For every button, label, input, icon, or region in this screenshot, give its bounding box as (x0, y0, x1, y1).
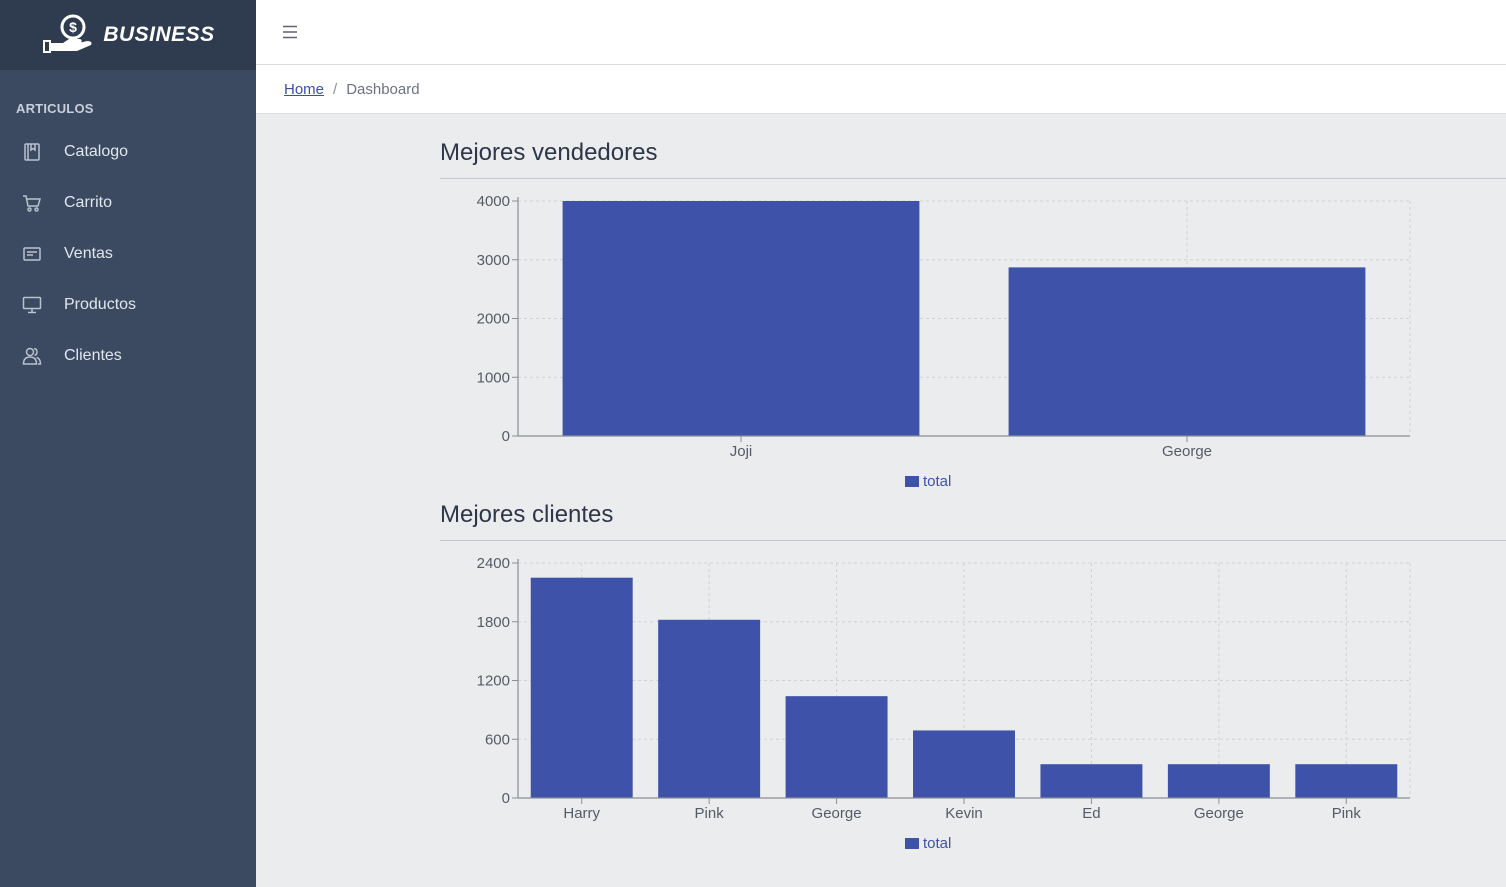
sidebar-item-ventas[interactable]: Ventas (0, 228, 256, 279)
chart-title: Mejores clientes (440, 501, 614, 528)
bar-joji (562, 201, 920, 436)
y-tick-label: 3000 (477, 252, 510, 269)
breadcrumb-current: Dashboard (346, 80, 420, 98)
section-title-articulos: ARTICULOS (16, 101, 94, 116)
sidebar-item-carrito[interactable]: Carrito (0, 177, 256, 228)
bar-george (785, 696, 888, 798)
x-tick-label: Ed (1082, 805, 1100, 822)
x-tick-label: Pink (695, 805, 725, 822)
chart-section-vendedores: Mejores vendedores 0 1000 2000 3000 4000 Joji… (440, 138, 1506, 497)
sidebar-item-label: Clientes (64, 346, 122, 364)
y-tick-label: 2000 (477, 311, 510, 328)
bar-george (1167, 764, 1270, 798)
sidebar: $ BUSINESS ARTICULOS Catalogo Carrito Ve… (0, 0, 256, 887)
brand[interactable]: $ BUSINESS (0, 0, 256, 70)
y-tick-label: 1800 (477, 614, 510, 631)
x-tick-label: George (812, 805, 862, 822)
money-hand-icon: $ (41, 13, 97, 58)
bar-harry (530, 577, 633, 798)
cart-icon (22, 193, 42, 213)
legend-label: total (923, 835, 951, 852)
sidebar-item-label: Catalogo (64, 142, 129, 160)
x-tick-label: Joji (730, 443, 753, 460)
legend-swatch (905, 838, 919, 849)
y-tick-label: 1200 (477, 673, 510, 690)
x-tick-label: Kevin (945, 805, 983, 822)
chart-title: Mejores vendedores (440, 139, 658, 166)
breadcrumb-separator: / (333, 80, 338, 98)
bar-chart-clientes: 0 600 1200 1800 2400 Harry Pink George Kevin Ed Ge… (477, 555, 1411, 852)
hamburger-icon[interactable] (282, 22, 298, 42)
sidebar-item-label: Productos (64, 295, 137, 313)
sidebar-item-label: Carrito (64, 193, 113, 211)
bar-pink (658, 619, 761, 798)
monitor-icon (22, 295, 42, 315)
topbar (256, 0, 1506, 65)
x-tick-label: Harry (563, 805, 600, 822)
sidebar-item-productos[interactable]: Productos (0, 279, 256, 330)
svg-text:$: $ (69, 19, 77, 35)
sidebar-item-catalogo[interactable]: Catalogo (0, 126, 256, 177)
x-tick-label: Pink (1332, 805, 1362, 822)
receipt-icon (22, 244, 42, 264)
y-tick-label: 600 (485, 731, 510, 748)
y-tick-label: 0 (502, 428, 510, 445)
sidebar-item-label: Ventas (64, 244, 113, 262)
book-icon (22, 142, 42, 162)
legend-swatch (905, 476, 919, 487)
breadcrumb-home-link[interactable]: Home (284, 81, 324, 98)
bar-ed (1040, 764, 1143, 798)
y-tick-label: 2400 (477, 555, 510, 572)
breadcrumb: Home / Dashboard (256, 65, 1506, 114)
bar-chart-vendedores: 0 1000 2000 3000 4000 Joji George total (477, 193, 1411, 490)
y-tick-label: 1000 (477, 369, 510, 386)
legend-label: total (923, 473, 951, 490)
bar-george (1008, 267, 1366, 436)
users-icon (22, 346, 42, 366)
bar-pink (1295, 764, 1398, 798)
x-tick-label: George (1162, 443, 1212, 460)
sidebar-item-clientes[interactable]: Clientes (0, 330, 256, 381)
y-tick-label: 4000 (477, 193, 510, 210)
brand-name: BUSINESS (103, 23, 215, 46)
y-tick-label: 0 (502, 790, 510, 807)
chart-section-clientes: Mejores clientes 0 600 1200 1800 2400 Harry Pi… (440, 500, 1506, 859)
x-tick-label: George (1194, 805, 1244, 822)
bar-kevin (913, 730, 1015, 798)
